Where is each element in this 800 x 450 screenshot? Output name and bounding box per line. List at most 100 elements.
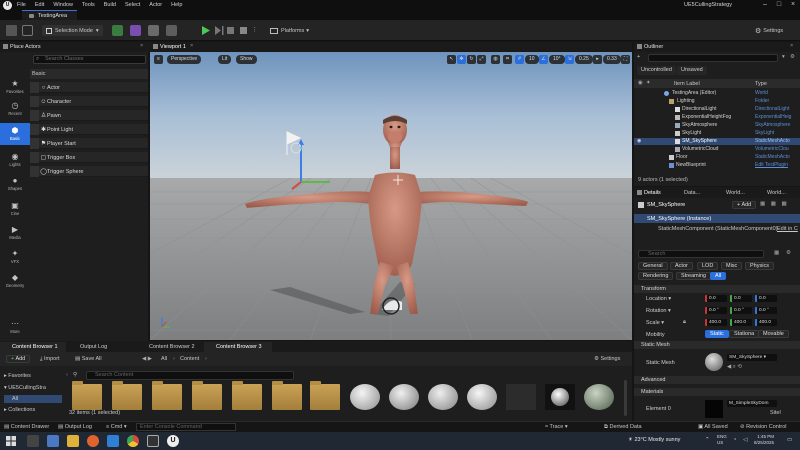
scale-z[interactable]: 400.0 <box>755 319 777 326</box>
category-basic[interactable]: ⬢ Basic <box>0 123 30 145</box>
details-grid-icon[interactable]: ▦ <box>774 250 779 256</box>
filter-misc[interactable]: Misc <box>721 262 743 270</box>
category-media[interactable]: ▶ Media <box>0 224 30 241</box>
category-lights[interactable]: ◉ Lights <box>0 151 30 168</box>
category-favorites[interactable]: ★ Favorites <box>0 78 30 95</box>
folder-asset[interactable] <box>232 381 262 410</box>
content-drawer-button[interactable]: ▤ Content Drawer <box>4 424 49 430</box>
grid-snap-value[interactable]: 10 <box>525 55 539 64</box>
modes-icon[interactable] <box>166 25 177 36</box>
filter-streaming[interactable]: Streaming <box>676 272 712 280</box>
project-folder[interactable]: ▾ UE5CullingStra <box>4 385 46 391</box>
scale-snap-value[interactable]: 0.25 <box>575 55 593 64</box>
rotation-x[interactable]: 0.0 ° <box>705 307 727 314</box>
trace-button[interactable]: ≈ Trace ▾ <box>545 424 568 430</box>
outliner-row[interactable]: VolumetricCloud VolumetricClou <box>634 146 800 153</box>
material-sphere-asset[interactable] <box>350 384 380 410</box>
content-browser-3-tab[interactable]: Content Browser 3 <box>204 342 272 352</box>
uncontrolled-tab[interactable]: Uncontrolled <box>637 66 676 75</box>
level-tab[interactable]: TestingArea <box>22 10 78 20</box>
save-icon[interactable] <box>6 25 17 36</box>
play-icon[interactable] <box>201 25 211 36</box>
app-icon[interactable] <box>147 435 159 447</box>
console-command-input[interactable]: Enter Console Command <box>136 423 236 431</box>
collections-section[interactable]: ▸ Collections <box>4 407 35 413</box>
filter-all[interactable]: All <box>710 272 727 280</box>
folder-asset[interactable] <box>192 381 222 410</box>
lit-button[interactable]: Lit <box>218 55 232 64</box>
filter-lod[interactable]: LOD <box>697 262 719 270</box>
play-options-icon[interactable]: ⋮ <box>252 27 258 33</box>
output-log-tab[interactable]: Output Log <box>68 342 128 352</box>
scale-x[interactable]: 400.0 <box>705 319 727 326</box>
outliner-row-selected[interactable]: ◉ SM_SkySphere StaticMeshActo <box>634 138 800 145</box>
material-sphere-asset[interactable] <box>584 384 614 410</box>
advanced-section[interactable]: Advanced <box>634 376 800 384</box>
revision-control-button[interactable]: ⊘ Revision Control <box>740 424 787 430</box>
edit-in-cpp-link[interactable]: Edit in C <box>777 226 798 232</box>
all-saved-button[interactable]: ▣ All Saved <box>698 424 728 430</box>
scale-snap-icon[interactable]: ⇲ <box>565 55 574 64</box>
cb-import-button[interactable]: ⤓ Import <box>40 356 60 363</box>
scale-icon[interactable]: ⤢ <box>477 55 486 64</box>
wifi-icon[interactable]: ◔ <box>733 437 736 443</box>
blueprint-icon[interactable] <box>130 25 141 36</box>
task-view-icon[interactable] <box>27 435 39 447</box>
actor-item-character[interactable]: ☺ Character <box>30 96 148 107</box>
close-tab-icon[interactable]: × <box>140 43 143 49</box>
material-thumbnail[interactable] <box>705 400 723 418</box>
close-icon[interactable]: × <box>788 1 798 9</box>
rotation-snap-value[interactable]: 10° <box>549 55 565 64</box>
material-sphere-asset[interactable] <box>467 384 497 410</box>
output-log-button[interactable]: ▤ Output Log <box>58 424 92 430</box>
material-sphere-asset[interactable] <box>428 384 458 410</box>
outliner-row[interactable]: Floor StaticMeshActo <box>634 154 800 161</box>
actor-item-point-light[interactable]: ✱ Point Light <box>30 124 148 135</box>
cb-settings-button[interactable]: ⚙ Settings <box>594 356 620 362</box>
volume-icon[interactable]: ◁ <box>743 437 747 443</box>
actor-item-trigger-sphere[interactable]: ◯ Trigger Sphere <box>30 166 148 177</box>
scale-y[interactable]: 400.0 <box>730 319 752 326</box>
outliner-row[interactable]: DirectionalLight DirectionalLight <box>634 106 800 113</box>
filter-icon[interactable]: ⚲ <box>73 372 77 378</box>
class-search-input[interactable]: ⌕ Search Classes <box>33 55 146 64</box>
material-sphere-asset[interactable] <box>389 384 419 410</box>
firefox-icon[interactable] <box>87 435 99 447</box>
mesh-thumbnail[interactable] <box>705 353 723 371</box>
rotation-dropdown[interactable]: Rotation ▾ <box>646 308 671 314</box>
outliner-row[interactable]: TestingArea (Editor) World <box>634 90 800 97</box>
outliner-search-input[interactable] <box>648 54 778 62</box>
static-mesh-section[interactable]: Static Mesh <box>634 341 800 349</box>
details-search-input[interactable]: Search <box>638 250 764 258</box>
maximize-viewport-icon[interactable]: ⛶ <box>621 55 630 64</box>
cb-save-all-button[interactable]: ▤ Save All <box>75 356 102 362</box>
outliner-row[interactable]: SkyAtmosphere SkyAtmosphere <box>634 122 800 129</box>
component-instance-row[interactable]: SM_SkySphere (Instance) <box>634 214 800 223</box>
filter-rendering[interactable]: Rendering <box>638 272 674 280</box>
details-options-icon[interactable]: ▦ ▦ ▦ <box>760 201 789 207</box>
content-browser-1-tab[interactable]: Content Browser 1 <box>0 342 66 352</box>
all-folder-item[interactable]: All <box>4 395 62 403</box>
select-mode-icon[interactable]: ↖ <box>447 55 456 64</box>
cmd-dropdown[interactable]: ≡ Cmd ▾ <box>106 424 127 430</box>
play-next-icon[interactable] <box>214 25 224 36</box>
category-more[interactable]: ⋯ More <box>0 318 30 335</box>
filter-general[interactable]: General <box>638 262 668 270</box>
world-tab-2[interactable]: World... <box>767 190 786 196</box>
folder-asset[interactable] <box>72 381 102 410</box>
world-tab-1[interactable]: World... <box>726 190 745 196</box>
filter-icon[interactable]: ▾ <box>782 54 785 60</box>
details-tab[interactable]: Details <box>644 190 661 196</box>
add-icon[interactable]: + <box>637 54 645 62</box>
settings-button[interactable]: ⚙ Settings <box>755 25 783 36</box>
stop-icon[interactable] <box>240 27 247 34</box>
folder-asset[interactable] <box>112 381 142 410</box>
filter-physics[interactable]: Physics <box>745 262 774 270</box>
outliner-row[interactable]: ExponentialHeightFog ExponentialHeig <box>634 114 800 121</box>
rotate-icon[interactable]: ↻ <box>467 55 476 64</box>
materials-section[interactable]: Materials <box>634 388 800 396</box>
world-space-icon[interactable]: ◍ <box>491 55 500 64</box>
place-actors-tab[interactable]: Place Actors × <box>0 42 150 52</box>
rotation-z[interactable]: 0.0 ° <box>755 307 777 314</box>
menu-help[interactable]: Help <box>171 2 182 8</box>
